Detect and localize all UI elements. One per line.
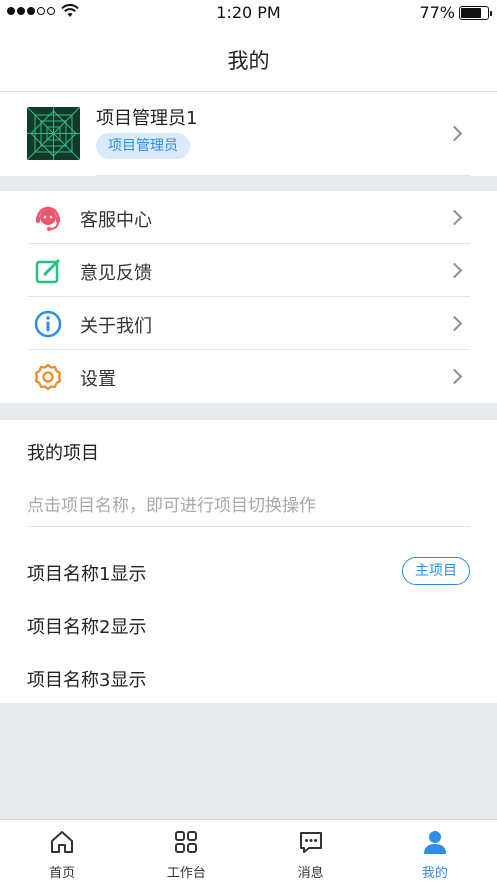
customer-service-icon: [36, 206, 60, 231]
battery-icon: [459, 5, 492, 20]
project-item-3[interactable]: 项目名称3显示: [27, 666, 146, 692]
menu-label: 关于我们: [80, 316, 152, 337]
page-title: 我的: [227, 48, 270, 73]
chevron-right-icon: [446, 125, 463, 142]
workbench-grid-icon: [175, 831, 198, 853]
profile-card[interactable]: 项目管理员1 项目管理员: [0, 92, 497, 176]
nav-bar: 我的: [0, 28, 497, 92]
chevron-right-icon: [446, 262, 463, 279]
home-icon: [51, 831, 74, 853]
menu-label: 意见反馈: [80, 263, 152, 284]
chevron-right-icon: [446, 315, 463, 332]
project-item-1[interactable]: 项目名称1显示: [27, 560, 146, 586]
avatar: [27, 107, 80, 160]
battery-percent: 77%: [419, 3, 455, 22]
info-icon: [34, 310, 62, 338]
section-title: 我的项目: [27, 443, 99, 464]
status-bar: 1:20 PM 77%: [0, 0, 497, 28]
tab-label: 我的: [421, 866, 448, 881]
tab-messages[interactable]: 消息: [249, 820, 373, 883]
feedback-edit-icon: [35, 259, 60, 284]
user-icon: [423, 831, 446, 854]
divider: [27, 526, 470, 527]
screen: 1:20 PM 77% 我的 项目管理员1 项目管理员 客服中心 意见反馈 关于…: [0, 0, 497, 883]
divider: [96, 175, 470, 176]
menu-label: 客服中心: [80, 210, 152, 231]
menu-list: 客服中心 意见反馈 关于我们 设置: [0, 191, 497, 403]
menu-label: 设置: [80, 369, 116, 390]
tab-label: 工作台: [166, 866, 206, 881]
settings-gear-icon: [34, 363, 62, 391]
menu-item-customer-service[interactable]: 客服中心: [0, 191, 497, 244]
tab-workbench[interactable]: 工作台: [124, 820, 248, 883]
section-hint: 点击项目名称，即可进行项目切换操作: [27, 496, 316, 516]
battery-area: 77%: [419, 3, 492, 22]
project-item-2[interactable]: 项目名称2显示: [27, 613, 146, 639]
tab-label: 首页: [49, 866, 76, 881]
role-badge: 项目管理员: [96, 133, 190, 159]
main-project-badge: 主项目: [402, 557, 470, 585]
tab-mine[interactable]: 我的: [373, 820, 497, 883]
my-projects-section: 我的项目 点击项目名称，即可进行项目切换操作 项目名称1显示 主项目 项目名称2…: [0, 420, 497, 703]
menu-item-feedback[interactable]: 意见反馈: [0, 244, 497, 297]
message-icon: [299, 832, 322, 853]
chevron-right-icon: [446, 209, 463, 226]
menu-item-settings[interactable]: 设置: [0, 350, 497, 403]
menu-item-about-us[interactable]: 关于我们: [0, 297, 497, 350]
profile-name: 项目管理员1: [96, 108, 198, 129]
tab-label: 消息: [297, 866, 324, 881]
chevron-right-icon: [446, 368, 463, 385]
tab-bar: 首页 工作台 消息 我的: [0, 819, 497, 883]
tab-home[interactable]: 首页: [0, 820, 124, 883]
